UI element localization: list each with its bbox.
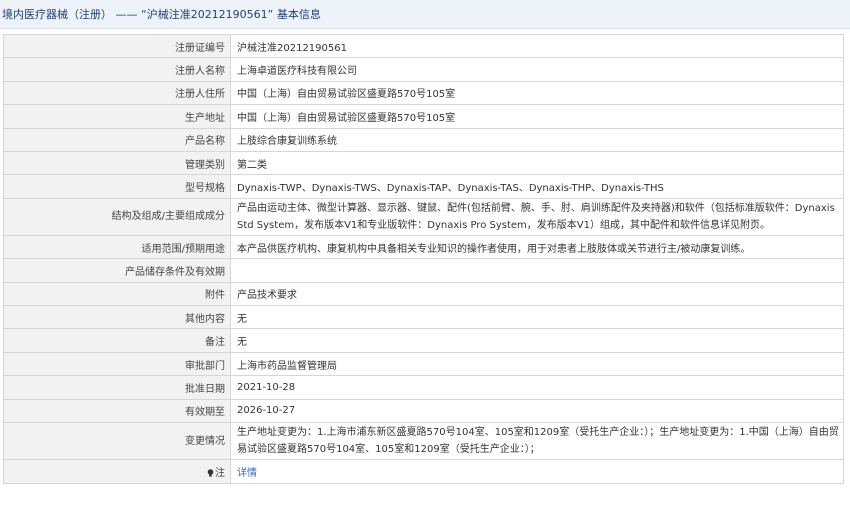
table-row: 生产地址 中国（上海）自由贸易试验区盛夏路570号105室 [3,104,844,129]
field-value: 中国（上海）自由贸易试验区盛夏路570号105室 [230,80,844,106]
table-row: 注册人名称 上海卓道医疗科技有限公司 [3,57,844,82]
field-value: 中国（上海）自由贸易试验区盛夏路570号105室 [230,104,844,129]
field-value: 2026-10-27 [230,398,844,424]
table-row: 注册人住所 中国（上海）自由贸易试验区盛夏路570号105室 [3,80,844,106]
field-label: 产品储存条件及有效期 [3,258,231,283]
field-value: 上海市药品监督管理局 [230,351,844,377]
field-label: 注册人住所 [3,80,231,106]
field-value: Dynaxis-TWP、Dynaxis-TWS、Dynaxis-TAP、Dyna… [230,174,844,199]
field-label: 注册人名称 [3,57,231,82]
field-label: 型号规格 [3,174,231,199]
table-row: 产品名称 上肢综合康复训练系统 [3,127,844,152]
field-value: 上海卓道医疗科技有限公司 [230,57,844,82]
field-value: 无 [230,328,844,353]
field-value: 详情 [230,459,844,484]
table-row: 结构及组成/主要组成成分 产品由运动主体、微型计算器、显示器、键鼠、配件(包括前… [3,197,844,236]
table-row: 适用范围/预期用途 本产品供医疗机构、康复机构中具备相关专业知识的操作者使用，用… [3,234,844,260]
table-row: 产品储存条件及有效期 [3,258,844,283]
field-label: 其他内容 [3,305,231,330]
field-label: 审批部门 [3,351,231,377]
field-value: 无 [230,305,844,330]
field-label: 有效期至 [3,398,231,424]
table-row: 变更情况 生产地址变更为：1.上海市浦东新区盛夏路570号104室、105室和1… [3,422,844,461]
detail-table: 注册证编号 沪械注准20212190561 注册人名称 上海卓道医疗科技有限公司… [3,33,844,484]
field-value: 沪械注准20212190561 [230,33,844,59]
field-label: 生产地址 [3,104,231,129]
lightbulb-icon [207,469,214,477]
note-label: 注 [3,459,231,484]
field-value: 生产地址变更为：1.上海市浦东新区盛夏路570号104室、105室和1209室（… [230,422,844,461]
field-label: 适用范围/预期用途 [3,234,231,260]
field-value-text: 生产地址变更为：1.上海市浦东新区盛夏路570号104室、105室和1209室（… [237,427,839,456]
field-value-text: 产品由运动主体、微型计算器、显示器、键鼠、配件(包括前臂、腕、手、肘、肩训练配件… [237,202,835,231]
field-label: 产品名称 [3,127,231,152]
field-label: 附件 [3,281,231,307]
field-label: 注册证编号 [3,33,231,59]
table-row: 批准日期 2021-10-28 [3,375,844,400]
table-row: 型号规格 Dynaxis-TWP、Dynaxis-TWS、Dynaxis-TAP… [3,174,844,199]
details-link[interactable]: 详情 [237,468,257,479]
page-header: 境内医疗器械（注册） —— “沪械注准20212190561” 基本信息 [0,0,850,29]
field-value: 产品由运动主体、微型计算器、显示器、键鼠、配件(包括前臂、腕、手、肘、肩训练配件… [230,197,844,236]
table-row: 注册证编号 沪械注准20212190561 [3,33,844,59]
field-label: 批准日期 [3,375,231,400]
table-row: 审批部门 上海市药品监督管理局 [3,351,844,377]
field-value: 上肢综合康复训练系统 [230,127,844,152]
field-value: 产品技术要求 [230,281,844,307]
field-label: 结构及组成/主要组成成分 [3,197,231,236]
field-label: 变更情况 [3,422,231,461]
field-value: 本产品供医疗机构、康复机构中具备相关专业知识的操作者使用，用于对患者上肢肢体或关… [230,234,844,260]
table-row: 注 详情 [3,459,844,484]
field-value: 第二类 [230,150,844,176]
note-label-text: 注 [215,467,225,479]
table-row: 其他内容 无 [3,305,844,330]
field-value: 2021-10-28 [230,375,844,400]
field-label: 管理类别 [3,150,231,176]
field-value [230,258,844,283]
page-title: 境内医疗器械（注册） —— “沪械注准20212190561” 基本信息 [2,8,321,21]
table-row: 管理类别 第二类 [3,150,844,176]
table-row: 有效期至 2026-10-27 [3,398,844,424]
table-row: 附件 产品技术要求 [3,281,844,307]
table-row: 备注 无 [3,328,844,353]
field-label: 备注 [3,328,231,353]
